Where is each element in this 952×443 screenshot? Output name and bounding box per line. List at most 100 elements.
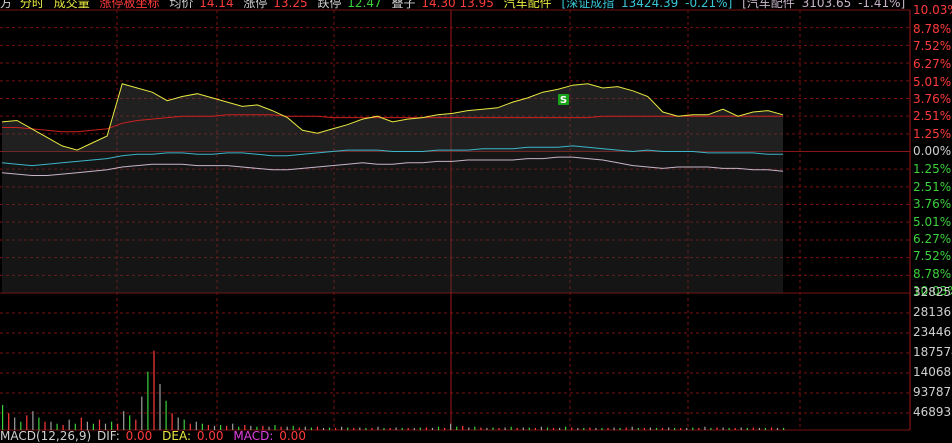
volume-bar	[335, 427, 337, 430]
volume-bar	[347, 427, 349, 430]
volume-bar	[704, 426, 706, 430]
avg-value: 14.14	[199, 0, 234, 10]
y-tick-label: 1.25%	[913, 128, 952, 140]
up-limit-label: 涨停	[243, 0, 268, 10]
volume-bar	[637, 427, 639, 430]
volume-tick-label: 46893	[913, 406, 952, 418]
volume-bar	[353, 427, 355, 430]
sector-change: -1.41%]	[858, 0, 906, 10]
macd-label[interactable]: MACD(12,26,9)	[0, 429, 91, 443]
volume-bar	[595, 427, 597, 430]
volume-bar	[607, 427, 609, 430]
volume-tick-label: 93787	[913, 386, 952, 398]
index-bracket[interactable]: [深证成指	[562, 0, 615, 10]
volume-bar	[571, 427, 573, 430]
limit-coord-label[interactable]: 涨停板坐标	[100, 0, 160, 10]
volume-bar	[758, 427, 760, 430]
volume-bar	[655, 427, 658, 430]
volume-tick-label: 281361	[913, 306, 952, 318]
volume-bar	[589, 427, 591, 430]
volume-bar	[2, 405, 4, 430]
volume-tick-label: 234467	[913, 326, 952, 338]
y-tick-label: 7.52%	[913, 40, 952, 52]
y-tick-label: 10.03%	[913, 4, 952, 16]
volume-bar	[141, 396, 143, 430]
y-tick-label: 6.27%	[913, 233, 952, 245]
volume-bar	[431, 427, 434, 430]
dea-label: DEA:	[162, 429, 192, 443]
volume-bar	[631, 426, 633, 430]
volume-bar	[764, 427, 766, 430]
volume-bar	[565, 426, 567, 430]
sector-bracket[interactable]: [汽车配件	[742, 0, 795, 10]
volume-bar	[516, 427, 518, 430]
down-limit-label: 跌停	[317, 0, 342, 10]
mode-label[interactable]: 分时	[20, 0, 44, 10]
volume-bar	[316, 426, 318, 430]
volume-bar	[456, 426, 458, 430]
volume-bar	[504, 427, 506, 430]
volume-bar	[153, 350, 155, 430]
volume-bar	[746, 427, 748, 430]
volume-label[interactable]: 成交量	[54, 0, 90, 10]
volume-bar	[783, 427, 785, 430]
volume-bar	[383, 427, 385, 430]
volume-bar	[395, 427, 397, 430]
volume-bar	[698, 427, 700, 430]
down-limit-value: 12.47	[347, 0, 382, 10]
volume-bar	[661, 427, 664, 430]
volume-bar	[625, 427, 627, 430]
volume-bar	[462, 425, 464, 430]
dif-label: DIF:	[96, 429, 120, 443]
volume-bar	[147, 371, 149, 430]
volume-bar	[740, 427, 742, 430]
macd-value-label: MACD:	[233, 429, 274, 443]
volume-bar	[341, 426, 343, 430]
y-tick-label: 3.76%	[913, 198, 952, 210]
volume-bar	[365, 427, 367, 430]
volume-bar	[407, 427, 409, 430]
volume-bar	[710, 427, 712, 430]
y-tick-label: 5.01%	[913, 216, 952, 228]
volume-bar	[450, 423, 452, 430]
volume-bar	[552, 427, 555, 430]
stack-label: 叠子	[391, 0, 416, 10]
y-tick-label: 2.51%	[913, 181, 952, 193]
y-tick-label-zero: 0.00%	[913, 145, 952, 157]
lower-panel-fill	[2, 151, 783, 293]
volume-bar	[534, 427, 536, 430]
volume-bar	[419, 427, 421, 430]
volume-bar	[674, 427, 676, 430]
volume-bar	[716, 427, 718, 430]
volume-bar	[668, 427, 670, 430]
dea-value: 0.00	[196, 429, 224, 443]
y-tick-label: 3.76%	[913, 93, 952, 105]
volume-bar	[444, 427, 446, 430]
y-tick-label: 6.27%	[913, 58, 952, 70]
sector-value: 3103.65	[801, 0, 852, 10]
y-tick-label: 1.25%	[913, 163, 952, 175]
volume-bar	[577, 427, 579, 430]
volume-bar	[734, 427, 736, 430]
volume-bar	[32, 411, 34, 430]
volume-bar	[322, 427, 325, 430]
volume-bar	[413, 427, 415, 430]
volume-bar	[401, 427, 403, 430]
volume-bar	[377, 426, 379, 430]
volume-bar	[328, 427, 331, 430]
volume-bar	[728, 427, 730, 430]
volume-bar	[776, 427, 779, 430]
timeshare-chart[interactable]: S	[0, 0, 952, 440]
macd-header: MACD(12,26,9) DIF: 0.00 DEA: 0.00 MACD: …	[0, 430, 312, 442]
chart-header: 方 分时 成交量 涨停板坐标 均价 14.14 涨停 13.25 跌停 12.4…	[0, 0, 911, 12]
volume-bar	[510, 426, 512, 430]
signal-marker[interactable]: S	[558, 94, 569, 106]
volume-bar	[619, 427, 621, 430]
volume-bar	[359, 427, 361, 430]
volume-bar	[613, 427, 615, 430]
sector-label[interactable]: 汽车配件	[504, 0, 552, 10]
volume-bar	[123, 411, 125, 430]
volume-bar	[498, 427, 500, 430]
volume-bar	[722, 427, 724, 430]
header-prefix: 方	[0, 0, 13, 10]
